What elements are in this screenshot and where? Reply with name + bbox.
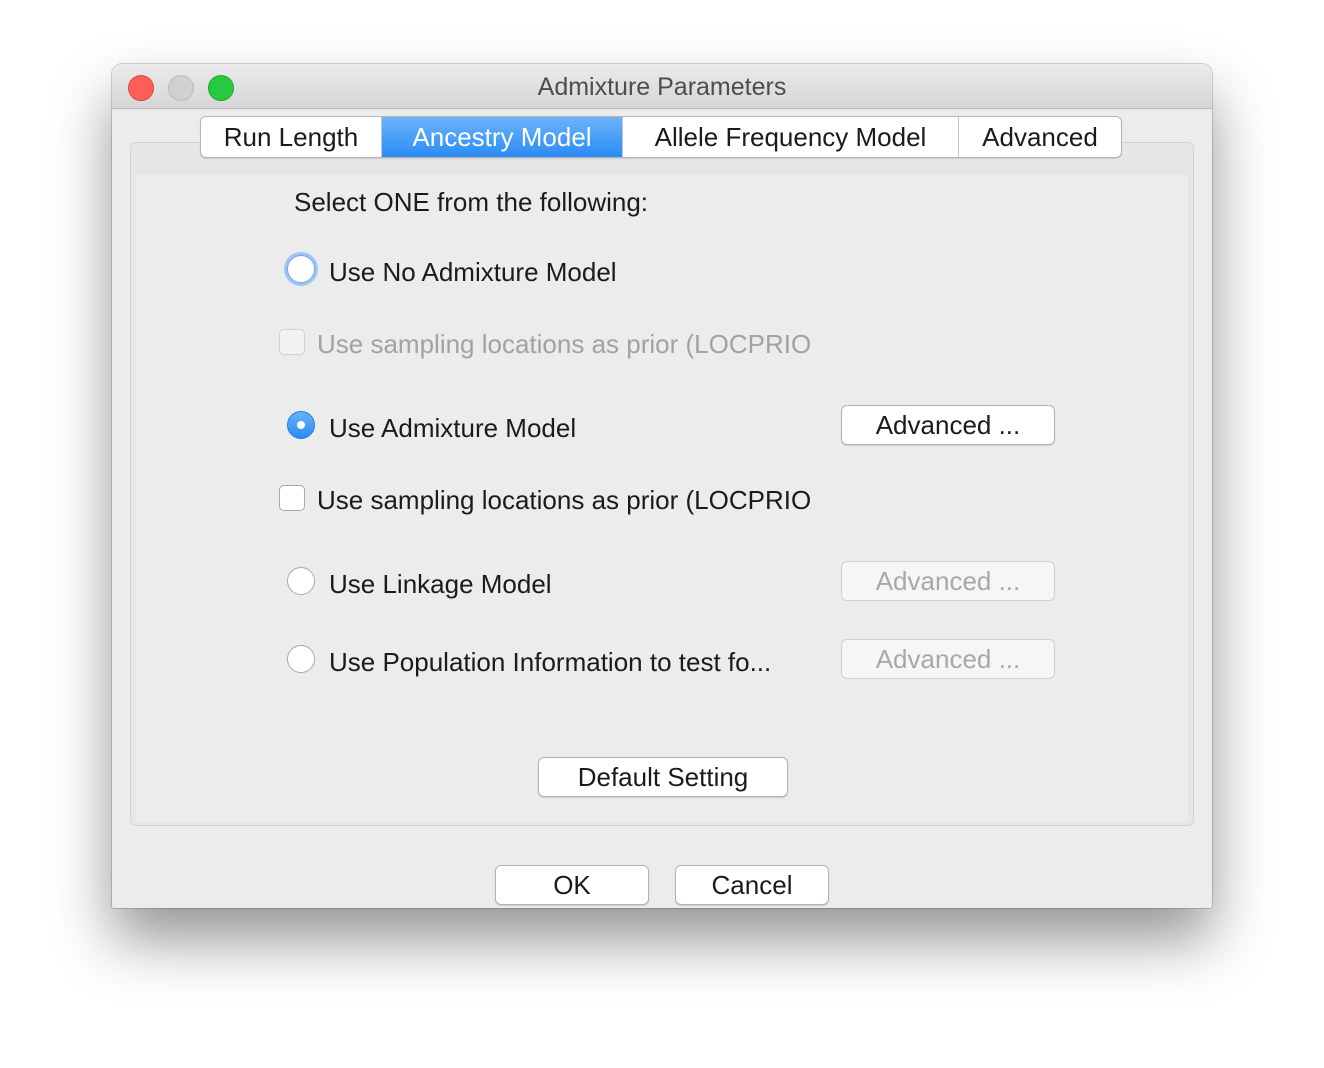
locprior-label-disabled: Use sampling locations as prior (LOCPRIO — [317, 329, 812, 359]
tab-advanced[interactable]: Advanced — [959, 117, 1121, 157]
ancestry-model-pane: Select ONE from the following: Use No Ad… — [136, 175, 1188, 822]
default-setting-button[interactable]: Default Setting — [538, 757, 788, 797]
admixture-radio[interactable] — [287, 411, 315, 439]
linkage-advanced-button: Advanced ... — [841, 561, 1055, 601]
admixture-label[interactable]: Use Admixture Model — [329, 413, 576, 444]
admixture-advanced-button[interactable]: Advanced ... — [841, 405, 1055, 445]
popinfo-label[interactable]: Use Population Information to test fo... — [329, 647, 771, 678]
locprior-label[interactable]: Use sampling locations as prior (LOCPRIO — [317, 485, 811, 516]
locprior-checkbox[interactable] — [279, 485, 305, 511]
linkage-radio[interactable] — [287, 567, 315, 595]
tab-panel: Select ONE from the following: Use No Ad… — [130, 142, 1194, 826]
popinfo-radio[interactable] — [287, 645, 315, 673]
ok-button[interactable]: OK — [495, 865, 649, 905]
tab-run-length[interactable]: Run Length — [201, 117, 382, 157]
no-admixture-radio[interactable] — [287, 255, 315, 283]
dialog-window: Admixture Parameters Select ONE from the… — [112, 64, 1212, 908]
linkage-label[interactable]: Use Linkage Model — [329, 569, 552, 600]
window-title: Admixture Parameters — [537, 73, 787, 101]
tab-bar: Run Length Ancestry Model Allele Frequen… — [200, 116, 1122, 158]
cancel-button[interactable]: Cancel — [675, 865, 829, 905]
locprior-checkbox-disabled — [279, 329, 305, 355]
tab-ancestry-model[interactable]: Ancestry Model — [382, 117, 623, 157]
no-admixture-label[interactable]: Use No Admixture Model — [329, 257, 617, 288]
title-bar[interactable]: Admixture Parameters — [112, 64, 1212, 109]
tab-allele-frequency-model[interactable]: Allele Frequency Model — [623, 117, 959, 157]
instruction-text: Select ONE from the following: — [294, 187, 649, 217]
popinfo-advanced-button: Advanced ... — [841, 639, 1055, 679]
